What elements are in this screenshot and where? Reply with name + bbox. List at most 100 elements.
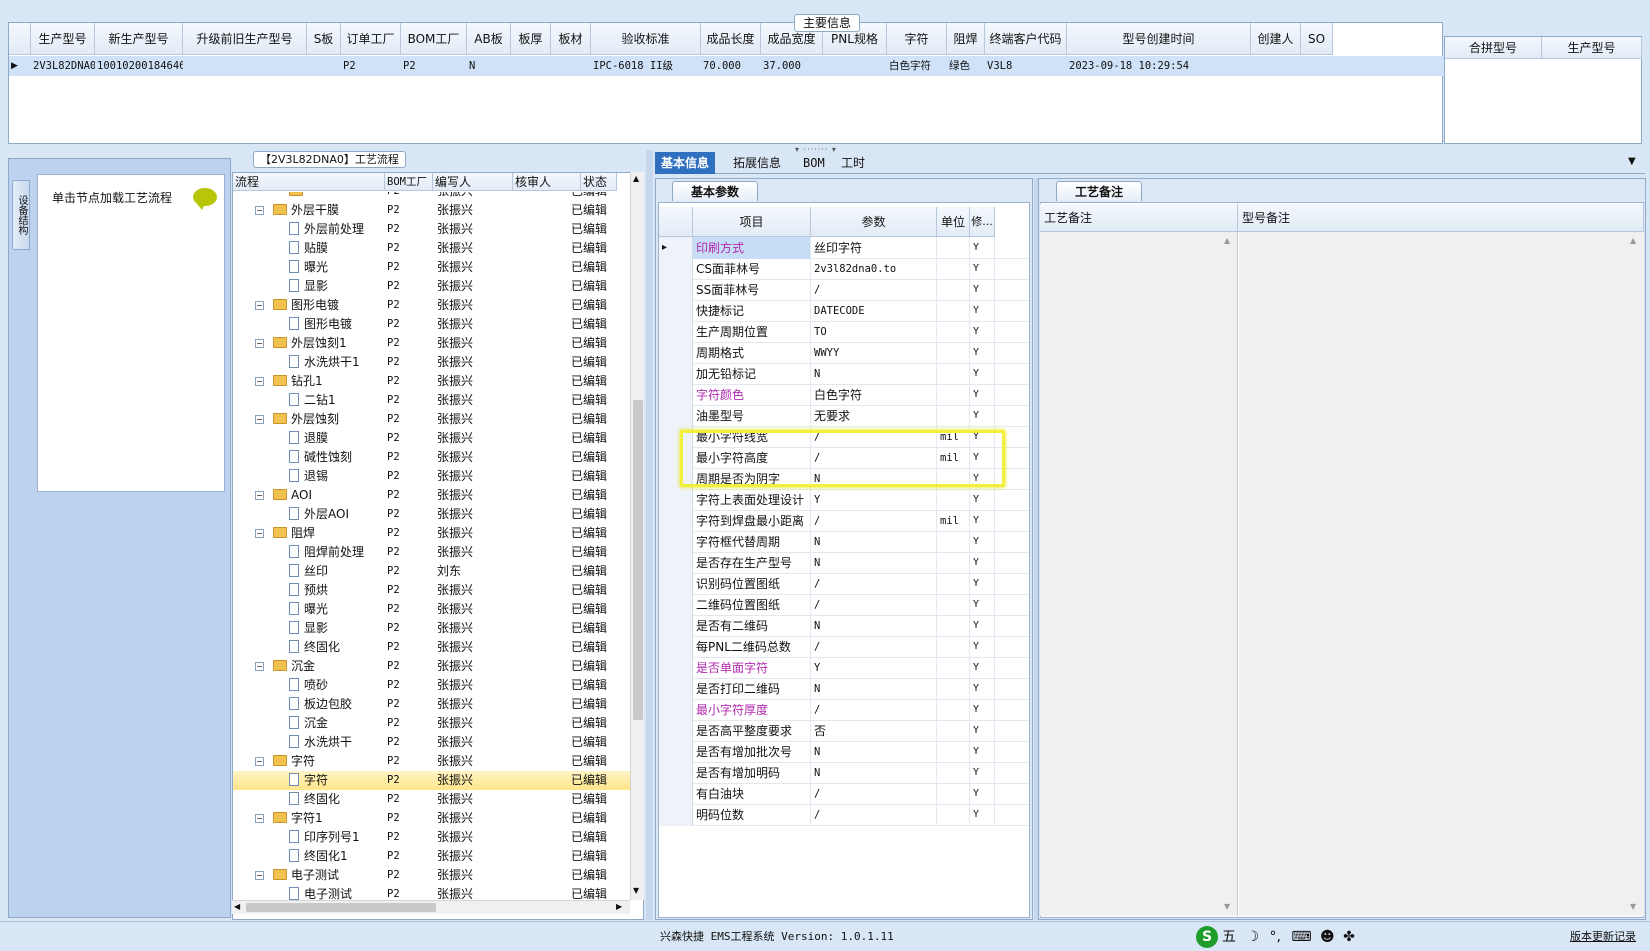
tree-node[interactable]: P2 张振兴 已编辑 — [233, 192, 631, 201]
tree-col-header[interactable]: 流程 — [233, 173, 385, 191]
param-cell-mod[interactable]: Y — [970, 552, 995, 574]
grid-cell[interactable] — [1301, 56, 1333, 76]
param-cell-unit[interactable] — [937, 762, 970, 784]
punctuation-icon[interactable]: °, — [1269, 929, 1280, 945]
col-header[interactable]: 订单工厂 — [341, 23, 401, 55]
merge-col-header[interactable]: 合拼型号 — [1445, 37, 1542, 59]
scroll-down-icon[interactable]: ▼ — [1630, 902, 1636, 911]
param-cell-unit[interactable] — [937, 615, 970, 637]
collapse-icon[interactable]: − — [255, 377, 264, 386]
param-cell-unit[interactable] — [937, 237, 970, 259]
tree-node[interactable]: 曝光 P2 张振兴 已编辑 — [233, 258, 631, 277]
param-cell-param[interactable]: N — [811, 678, 937, 700]
row-header[interactable] — [659, 531, 693, 553]
param-row[interactable]: 是否有增加批次号 N Y — [659, 741, 1029, 763]
tree-scroll-thumb[interactable] — [633, 400, 643, 720]
row-header[interactable] — [659, 636, 693, 658]
param-cell-mod[interactable]: Y — [970, 384, 995, 406]
grid-cell[interactable] — [551, 56, 591, 76]
scroll-up-icon[interactable]: ▲ — [1224, 236, 1230, 245]
tree-node[interactable]: 丝印 P2 刘东 已编辑 — [233, 562, 631, 581]
col-header[interactable]: 阻焊 — [947, 23, 985, 55]
tree-node[interactable]: − 字符 P2 张振兴 已编辑 — [233, 752, 631, 771]
col-header[interactable]: 验收标准 — [591, 23, 701, 55]
user-icon[interactable]: ☻ — [1320, 929, 1335, 945]
param-cell-unit[interactable] — [937, 258, 970, 280]
grid-cell[interactable]: N — [467, 56, 511, 76]
param-cell-mod[interactable]: Y — [970, 720, 995, 742]
param-row[interactable]: 字符到焊盘最小距离 / mil Y — [659, 510, 1029, 532]
param-cell-mod[interactable]: Y — [970, 573, 995, 595]
grid-cell[interactable]: 10010200184646 — [95, 56, 183, 76]
row-header[interactable] — [659, 342, 693, 364]
row-header[interactable] — [659, 405, 693, 427]
col-header[interactable]: SO — [1301, 23, 1333, 55]
craft-note-textarea[interactable] — [1040, 232, 1238, 916]
param-cell-param[interactable]: / — [811, 510, 937, 532]
grid-cell[interactable]: 37.000 — [761, 56, 823, 76]
param-row[interactable]: 生产周期位置 TO Y — [659, 321, 1029, 343]
param-cell-mod[interactable]: Y — [970, 762, 995, 784]
param-row[interactable]: 每PNL二维码总数 / Y — [659, 636, 1029, 658]
param-cell-mod[interactable]: Y — [970, 699, 995, 721]
grid-cell[interactable] — [307, 56, 341, 76]
param-cell-param[interactable]: 2v3l82dna0.to — [811, 258, 937, 280]
grid-cell[interactable]: P2 — [341, 56, 401, 76]
row-header[interactable] — [659, 783, 693, 805]
tab-bom[interactable]: BOM — [797, 152, 831, 174]
param-cell-unit[interactable] — [937, 657, 970, 679]
grid-cell[interactable]: V3L8 — [985, 56, 1067, 76]
param-row[interactable]: 字符上表面处理设计 Y Y — [659, 489, 1029, 511]
grid-cell[interactable]: 2V3L82DNA0 — [31, 56, 95, 76]
tree-node[interactable]: − 电子测试 P2 张振兴 已编辑 — [233, 866, 631, 885]
param-cell-param[interactable]: N — [811, 552, 937, 574]
param-cell-mod[interactable]: Y — [970, 678, 995, 700]
param-cell-unit[interactable] — [937, 363, 970, 385]
col-header-param[interactable]: 参数 — [811, 207, 937, 237]
side-tab-device-structure[interactable]: 设备结构 — [12, 180, 30, 250]
scroll-up-icon[interactable]: ▲ — [1630, 236, 1636, 245]
row-header[interactable] — [659, 615, 693, 637]
tree-node[interactable]: − 外层蚀刻 P2 张振兴 已编辑 — [233, 410, 631, 429]
param-cell-mod[interactable]: Y — [970, 615, 995, 637]
param-cell-param[interactable]: / — [811, 594, 937, 616]
collapse-icon[interactable]: − — [255, 529, 264, 538]
row-header[interactable] — [659, 489, 693, 511]
param-cell-mod[interactable]: Y — [970, 279, 995, 301]
param-row[interactable]: 加无铅标记 N Y — [659, 363, 1029, 385]
merge-col-header[interactable]: 生产型号 — [1542, 37, 1642, 59]
param-cell-unit[interactable] — [937, 573, 970, 595]
col-header-modify[interactable]: 修... — [970, 207, 995, 237]
grid-cell[interactable] — [823, 56, 887, 76]
tab-craft-notes[interactable]: 工艺备注 — [1056, 181, 1142, 201]
grid-cell[interactable] — [511, 56, 551, 76]
param-cell-param[interactable]: N — [811, 363, 937, 385]
merge-model-panel[interactable]: 合拼型号 生产型号 — [1444, 36, 1642, 144]
row-header[interactable] — [659, 552, 693, 574]
param-cell-mod[interactable]: Y — [970, 804, 995, 826]
param-row[interactable]: 是否有增加明码 N Y — [659, 762, 1029, 784]
tree-node[interactable]: 曝光 P2 张振兴 已编辑 — [233, 600, 631, 619]
param-cell-unit[interactable] — [937, 279, 970, 301]
param-row[interactable]: 字符颜色 白色字符 Y — [659, 384, 1029, 406]
col-header[interactable]: S板 — [307, 23, 341, 55]
scroll-right-icon[interactable]: ▶ — [616, 902, 622, 911]
param-cell-param[interactable]: N — [811, 531, 937, 553]
param-cell-mod[interactable]: Y — [970, 342, 995, 364]
tree-node[interactable]: 阻焊前处理 P2 张振兴 已编辑 — [233, 543, 631, 562]
param-cell-unit[interactable] — [937, 531, 970, 553]
tree-node[interactable]: 板边包胶 P2 张振兴 已编辑 — [233, 695, 631, 714]
param-cell-param[interactable]: / — [811, 783, 937, 805]
param-cell-mod[interactable]: Y — [970, 363, 995, 385]
param-row[interactable]: 有白油块 / Y — [659, 783, 1029, 805]
param-cell-param[interactable]: Y — [811, 489, 937, 511]
param-cell-unit[interactable] — [937, 552, 970, 574]
param-cell-mod[interactable]: Y — [970, 258, 995, 280]
collapse-icon[interactable]: − — [255, 871, 264, 880]
param-cell-mod[interactable]: Y — [970, 783, 995, 805]
param-cell-mod[interactable]: Y — [970, 741, 995, 763]
param-cell-param[interactable]: / — [811, 804, 937, 826]
param-row[interactable]: 是否有二维码 N Y — [659, 615, 1029, 637]
row-header[interactable] — [659, 762, 693, 784]
param-cell-param[interactable]: 无要求 — [811, 405, 937, 427]
